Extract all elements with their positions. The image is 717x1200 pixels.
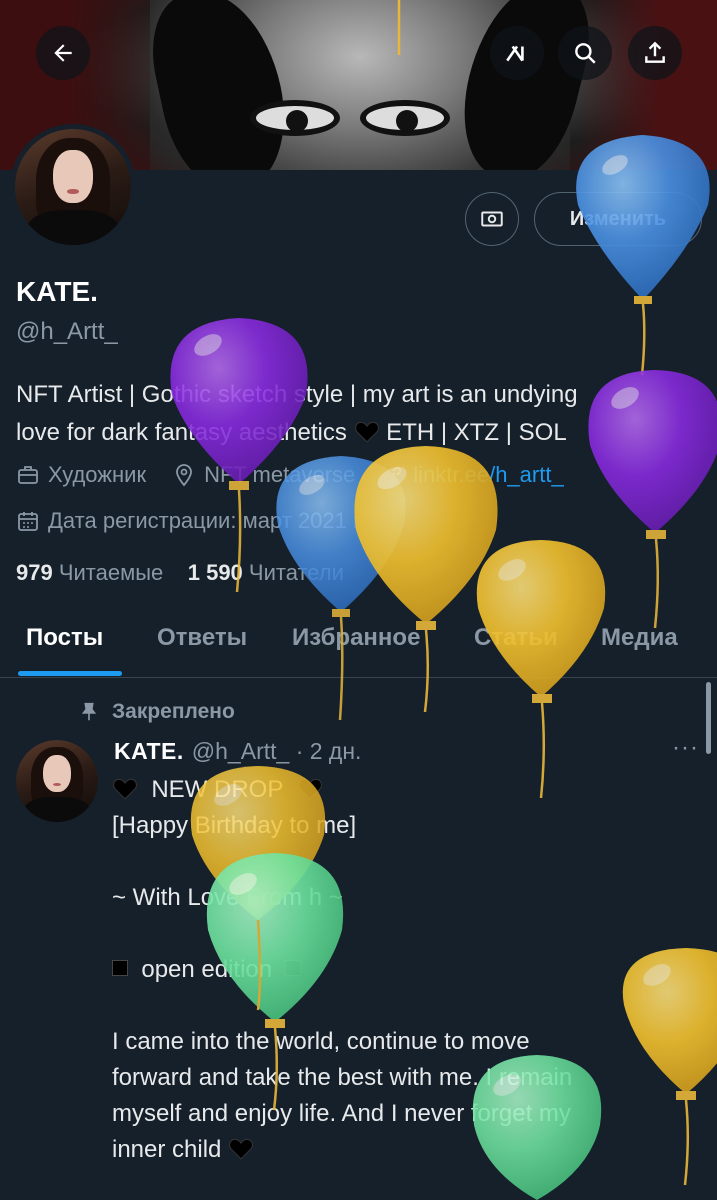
post-line-1: NEW DROP: [112, 772, 672, 808]
black-heart-icon: [354, 421, 379, 443]
share-button[interactable]: [628, 26, 682, 80]
profile-meta: Художник NFT metaverse linktr.ee/h_artt_: [16, 462, 590, 488]
post-text[interactable]: NEW DROP [Happy Birthday to me] ~ With L…: [112, 772, 672, 1168]
balloon-blue-1: [576, 135, 710, 376]
profile-bio: NFT Artist | Gothic sketch style | my ar…: [16, 376, 706, 452]
black-heart-icon: [297, 778, 322, 800]
banner-eye-left: [250, 100, 340, 136]
followers-link[interactable]: 1 590 Читатели: [188, 560, 344, 585]
arrow-left-icon: [54, 44, 72, 62]
post-line-3: ~ With Love From h ~: [112, 884, 343, 911]
money-icon: [481, 211, 503, 227]
location-item: NFT metaverse: [172, 462, 355, 488]
bio-line-2: love for dark fantasy aesthetics ETH | X…: [16, 419, 567, 446]
scrollbar[interactable]: [706, 682, 711, 754]
briefcase-icon: [18, 466, 38, 484]
profile-handle: @h_Artt_: [16, 318, 118, 345]
post-author[interactable]: KATE.: [114, 738, 184, 764]
profile-link[interactable]: linktr.ee/h_artt_: [413, 462, 563, 488]
search-icon: [575, 43, 596, 64]
profile-tabs: Посты Ответы Избранное Статьи Медиа: [0, 600, 717, 678]
edit-profile-button[interactable]: Изменить: [534, 192, 702, 246]
more-options-icon[interactable]: ···: [672, 734, 699, 762]
bio-line-1: NFT Artist | Gothic sketch style | my ar…: [16, 381, 578, 408]
follow-stats: 979 Читаемые 1 590 Читатели: [16, 560, 344, 586]
share-icon: [645, 41, 665, 63]
black-square-icon: [112, 960, 128, 976]
tab-highlights[interactable]: Избранное: [292, 624, 420, 652]
post-time: · 2 дн.: [295, 738, 362, 764]
link-item[interactable]: linktr.ee/h_artt_: [381, 462, 564, 488]
balloon-purple-1: [170, 318, 308, 593]
grok-button[interactable]: [490, 26, 544, 80]
balloon-blue-2: [276, 456, 406, 721]
banner-shade-right: [577, 0, 717, 170]
post-line-4: open edition: [112, 952, 672, 988]
post-avatar[interactable]: [16, 740, 98, 822]
post-line-7: myself and enjoy life. And I never forge…: [112, 1100, 571, 1127]
grok-icon: [506, 45, 524, 62]
back-button[interactable]: [36, 26, 90, 80]
tab-replies[interactable]: Ответы: [157, 624, 247, 652]
tab-posts[interactable]: Посты: [26, 624, 103, 652]
tab-articles[interactable]: Статьи: [474, 624, 558, 652]
joined-date: Дата регистрации: март 2021 г.: [16, 508, 364, 534]
professional-tools-button[interactable]: [465, 192, 519, 246]
profile-name: KATE.: [16, 276, 98, 307]
tab-indicator: [18, 671, 122, 676]
black-heart-icon: [229, 1138, 254, 1160]
post-line-6: forward and take the best with me. I rem…: [112, 1064, 573, 1091]
post-handle[interactable]: @h_Artt_: [192, 738, 290, 764]
banner-eye-right: [360, 100, 450, 136]
black-square-icon: [285, 960, 302, 976]
black-heart-icon: [113, 778, 137, 800]
pinned-label: Закреплено: [78, 700, 235, 724]
tab-media[interactable]: Медиа: [601, 624, 678, 652]
search-button[interactable]: [558, 26, 612, 80]
post-line-8: inner child: [112, 1132, 672, 1168]
post-line-2: [Happy Birthday to me]: [112, 812, 357, 839]
post-line-5: I came into the world, continue to move: [112, 1028, 530, 1055]
following-link[interactable]: 979 Читаемые: [16, 560, 163, 585]
profile-avatar[interactable]: [10, 124, 136, 250]
pin-icon: [81, 702, 97, 721]
link-icon: [385, 466, 402, 484]
post-header: KATE. @h_Artt_ · 2 дн.: [114, 738, 361, 765]
calendar-icon: [18, 512, 38, 531]
profession-item: Художник: [16, 462, 146, 488]
location-pin-icon: [176, 464, 192, 487]
